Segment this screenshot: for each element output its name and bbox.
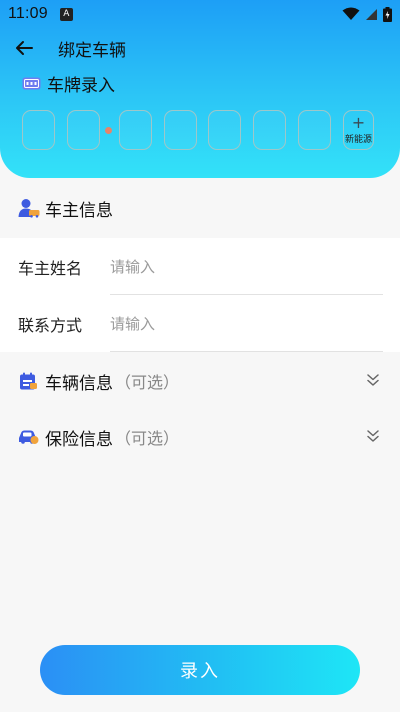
plate-char-slot-2[interactable] — [67, 110, 100, 150]
vehicle-info-icon — [18, 370, 40, 392]
owner-section-header: 车主信息 — [0, 179, 400, 237]
status-bar: 11:09 A — [0, 0, 400, 28]
submit-button[interactable]: 录入 — [40, 645, 360, 695]
plate-char-slot-4[interactable] — [164, 110, 197, 150]
status-time: 11:09 — [8, 5, 48, 22]
plate-char-slot-5[interactable] — [208, 110, 241, 150]
nav-bar: 绑定车辆 — [0, 28, 400, 68]
plate-char-slot-7[interactable] — [298, 110, 331, 150]
new-energy-slot-button[interactable]: + 新能源 — [343, 110, 374, 150]
plate-input-row: + 新能源 — [0, 110, 400, 150]
license-plate-icon — [22, 77, 41, 89]
page-title: 绑定车辆 — [58, 40, 126, 61]
contact-row: 联系方式 — [0, 295, 400, 352]
back-arrow-icon — [16, 41, 33, 55]
insurance-optional-label: （可选） — [115, 429, 180, 448]
insurance-car-icon — [18, 426, 40, 448]
plate-section-label: 车牌录入 — [47, 75, 115, 96]
contact-input[interactable] — [110, 314, 370, 333]
owner-form-card: 车主姓名 联系方式 — [0, 238, 400, 352]
plate-separator-dot — [105, 127, 112, 134]
signal-icon — [366, 8, 377, 20]
plate-char-slot-1[interactable] — [22, 110, 55, 150]
insurance-section-title: 保险信息 — [45, 429, 113, 450]
vehicle-optional-label: （可选） — [115, 373, 180, 392]
battery-icon — [383, 6, 392, 22]
vehicle-section-header[interactable]: 车辆信息 （可选） — [0, 352, 400, 410]
owner-name-row: 车主姓名 — [0, 238, 400, 295]
new-energy-label: 新能源 — [344, 134, 372, 145]
owner-section-title: 车主信息 — [45, 200, 113, 221]
owner-icon — [18, 197, 40, 219]
contact-label: 联系方式 — [18, 315, 83, 335]
status-icons — [342, 6, 392, 22]
chevron-down-icon[interactable] — [366, 428, 380, 447]
notification-icon: A — [59, 7, 73, 21]
plus-icon: + — [351, 112, 366, 132]
plate-section-header: 车牌录入 — [22, 72, 115, 96]
plate-char-slot-6[interactable] — [253, 110, 286, 150]
plate-char-slot-3[interactable] — [119, 110, 152, 150]
back-button[interactable] — [4, 28, 44, 68]
wifi-icon — [342, 7, 360, 20]
owner-name-input[interactable] — [110, 257, 370, 276]
vehicle-section-title: 车辆信息 — [45, 373, 113, 394]
chevron-down-icon[interactable] — [366, 372, 380, 391]
insurance-section-header[interactable]: 保险信息 （可选） — [0, 408, 400, 466]
owner-name-label: 车主姓名 — [18, 258, 83, 278]
